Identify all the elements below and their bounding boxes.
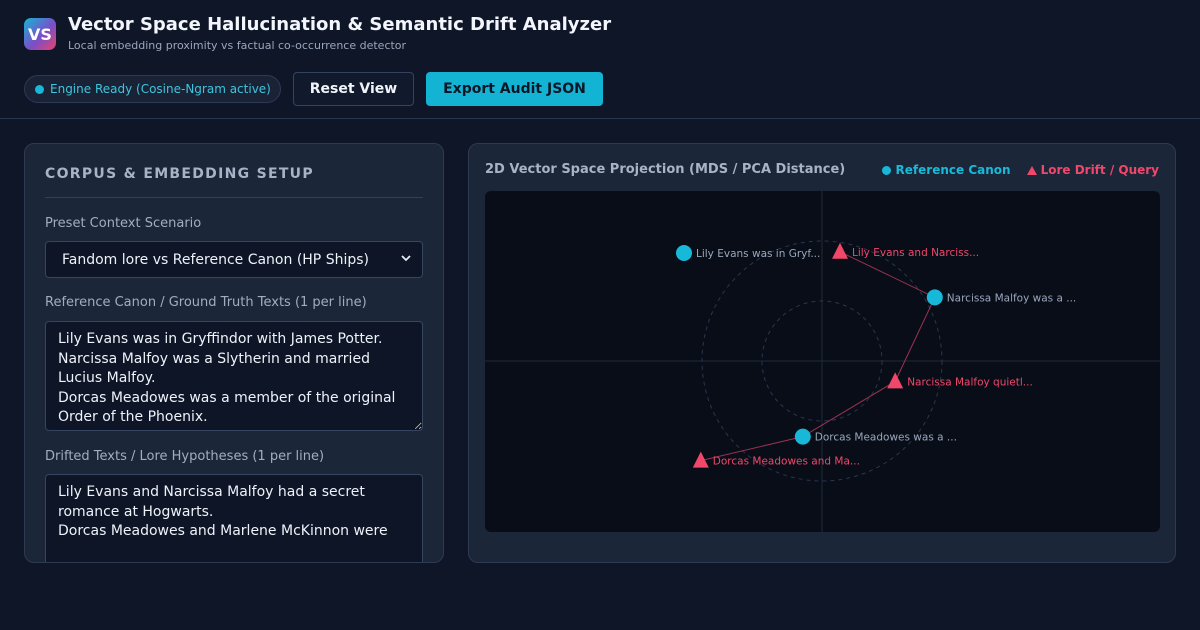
status-dot-icon [35, 84, 44, 94]
legend-reference: Reference Canon [881, 163, 1011, 177]
circle-icon [881, 165, 891, 175]
projection-title: 2D Vector Space Projection (MDS / PCA Di… [485, 162, 846, 177]
scenario-selected-value: Fandom lore vs Reference Canon (HP Ships… [62, 251, 369, 268]
triangle-icon [1026, 165, 1037, 175]
app-header: VS Vector Space Hallucination & Semantic… [0, 0, 1200, 119]
app-title: Vector Space Hallucination & Semantic Dr… [68, 14, 612, 35]
reference-point[interactable] [794, 428, 811, 445]
drift-point[interactable] [832, 242, 848, 259]
legend-drift: Lore Drift / Query [1026, 163, 1159, 177]
projection-plot[interactable]: Lily Evans was in Gryf... Lily Evans and … [485, 191, 1160, 532]
projection-canvas[interactable]: Lily Evans was in Gryf... Lily Evans and … [485, 191, 1160, 532]
drift-point[interactable] [887, 372, 904, 389]
reference-point[interactable] [926, 289, 943, 306]
app-subtitle: Local embedding proximity vs factual co-… [68, 39, 407, 52]
engine-status-text: Engine Ready (Cosine-Ngram active) [50, 82, 271, 96]
reference-texts-input[interactable]: Lily Evans was in Gryffindor with James … [45, 321, 423, 431]
drift-point-label: Lily Evans and Narciss... [852, 247, 979, 259]
panel-heading: CORPUS & EMBEDDING SETUP [45, 166, 314, 182]
panel-divider [45, 197, 423, 198]
drift-texts-label: Drifted Texts / Lore Hypotheses (1 per l… [45, 449, 325, 464]
reference-point[interactable] [676, 245, 692, 261]
drift-point-label: Narcissa Malfoy quietl... [907, 376, 1033, 388]
drift-link-line [802, 380, 896, 438]
scenario-select[interactable]: Fandom lore vs Reference Canon (HP Ships… [45, 241, 423, 278]
legend-drift-label: Lore Drift / Query [1040, 163, 1159, 177]
corpus-setup-panel: CORPUS & EMBEDDING SETUP Preset Context … [24, 143, 444, 563]
drift-point-label: Dorcas Meadowes and Ma... [713, 456, 860, 468]
reference-point-label: Lily Evans was in Gryf... [696, 248, 820, 260]
app-logo: VS [24, 18, 56, 50]
drift-texts-input[interactable]: Lily Evans and Narcissa Malfoy had a sec… [45, 474, 423, 562]
engine-status-badge: Engine Ready (Cosine-Ngram active) [24, 75, 281, 103]
chevron-down-icon [401, 255, 411, 262]
scenario-label: Preset Context Scenario [45, 216, 202, 231]
legend-reference-label: Reference Canon [895, 163, 1011, 177]
vector-space-panel: 2D Vector Space Projection (MDS / PCA Di… [468, 143, 1176, 563]
reference-point-label: Narcissa Malfoy was a ... [947, 292, 1076, 304]
plot-legend: Reference Canon Lore Drift / Query [881, 163, 1159, 177]
reference-texts-label: Reference Canon / Ground Truth Texts (1 … [45, 295, 367, 310]
export-audit-json-button[interactable]: Export Audit JSON [426, 72, 603, 106]
reference-point-label: Dorcas Meadowes was a ... [815, 432, 957, 444]
drift-link-line [894, 297, 936, 382]
reset-view-button[interactable]: Reset View [293, 72, 414, 106]
